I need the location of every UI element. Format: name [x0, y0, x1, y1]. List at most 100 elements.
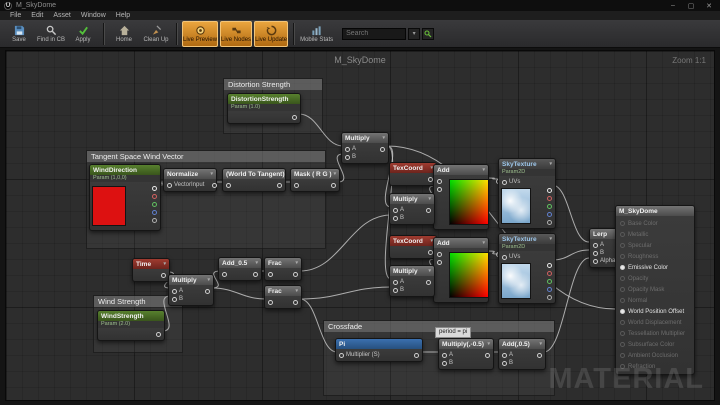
- node-multiply-4[interactable]: Multiply▾AB: [168, 274, 214, 306]
- pin[interactable]: [268, 272, 273, 277]
- node-texcoord-1[interactable]: TexCoord▾: [389, 162, 437, 186]
- node-result[interactable]: M_SkyDomeBase ColorMetallicSpecularRough…: [615, 205, 695, 375]
- node-add-05[interactable]: Add_0.5▾: [218, 257, 262, 281]
- node-header[interactable]: Multiply▾: [169, 275, 213, 285]
- collapse-arrow-icon[interactable]: ▾: [295, 260, 298, 266]
- pin[interactable]: [331, 183, 336, 188]
- pin[interactable]: [593, 243, 598, 248]
- node-header[interactable]: SkyTexture▾: [499, 159, 555, 169]
- pin[interactable]: [380, 147, 385, 152]
- pin[interactable]: [345, 155, 350, 160]
- menu-edit[interactable]: Edit: [27, 12, 47, 19]
- collapse-arrow-icon[interactable]: ▾: [482, 167, 485, 173]
- pin[interactable]: [268, 300, 273, 305]
- live-update-toggle[interactable]: Live Update: [254, 21, 288, 47]
- pin[interactable]: [485, 353, 490, 358]
- pin[interactable]: [152, 210, 157, 215]
- close-button[interactable]: ✕: [702, 2, 716, 10]
- node-header[interactable]: TexCoord▾: [390, 163, 436, 173]
- collapse-arrow-icon[interactable]: ▾: [295, 288, 298, 294]
- pin[interactable]: [620, 265, 625, 270]
- collapse-arrow-icon[interactable]: ▾: [382, 135, 385, 141]
- node-distortion-strength[interactable]: DistortionStrengthParam (1.0): [227, 93, 301, 124]
- pin[interactable]: [152, 202, 157, 207]
- material-input-specular[interactable]: Specular: [616, 240, 694, 251]
- material-input-opacity-mask[interactable]: Opacity Mask: [616, 284, 694, 295]
- pin[interactable]: [547, 295, 552, 300]
- collapse-arrow-icon[interactable]: ▾: [428, 268, 431, 274]
- material-input-tessellation-multiplier[interactable]: Tessellation Multiplier: [616, 328, 694, 339]
- pin[interactable]: [547, 279, 552, 284]
- pin[interactable]: [620, 243, 625, 248]
- node-pi[interactable]: PiMultiplier (S): [335, 338, 423, 362]
- pin[interactable]: [437, 187, 442, 192]
- pin[interactable]: [205, 289, 210, 294]
- pin[interactable]: [593, 259, 598, 264]
- clean-up-button[interactable]: Clean Up: [141, 21, 171, 47]
- pin[interactable]: [620, 276, 625, 281]
- save-button[interactable]: Save: [4, 21, 34, 47]
- node-sky-texture-1[interactable]: SkyTexture▾Param2DUVs: [498, 158, 556, 229]
- find-in-cb-button[interactable]: Find in CB: [36, 21, 66, 47]
- pin[interactable]: [437, 252, 442, 257]
- pin[interactable]: [620, 342, 625, 347]
- pin[interactable]: [293, 300, 298, 305]
- search-input[interactable]: [342, 28, 406, 40]
- node-frac-1[interactable]: Frac▾: [264, 257, 302, 281]
- node-header[interactable]: Normalize▾: [164, 169, 216, 179]
- pin[interactable]: [620, 309, 625, 314]
- node-normalize[interactable]: Normalize▾VectorInput: [163, 168, 217, 192]
- pin[interactable]: [620, 331, 625, 336]
- pin[interactable]: [393, 280, 398, 285]
- pin[interactable]: [172, 289, 177, 294]
- node-add-1[interactable]: Add▾: [433, 164, 489, 230]
- pin[interactable]: [620, 232, 625, 237]
- material-input-ambient-occlusion[interactable]: Ambient Occlusion: [616, 350, 694, 361]
- pin[interactable]: [620, 364, 625, 369]
- node-add-05b[interactable]: Add(,0.5)▾AB: [498, 338, 546, 370]
- pin[interactable]: [156, 332, 161, 337]
- material-input-roughness[interactable]: Roughness: [616, 251, 694, 262]
- pin[interactable]: [437, 260, 442, 265]
- search-go-button[interactable]: [422, 28, 434, 40]
- pin[interactable]: [593, 251, 598, 256]
- pin[interactable]: [152, 218, 157, 223]
- node-multiply-1[interactable]: Multiply▾AB: [341, 132, 389, 164]
- pin[interactable]: [620, 298, 625, 303]
- collapse-arrow-icon[interactable]: ▾: [163, 261, 166, 267]
- node-multiply-3[interactable]: Multiply▾AB: [389, 265, 435, 297]
- pin[interactable]: [426, 280, 431, 285]
- node-mask-rg[interactable]: Mask ( R G )▾: [290, 168, 340, 192]
- pin[interactable]: [172, 297, 177, 302]
- pin[interactable]: [253, 272, 258, 277]
- material-input-emissive-color[interactable]: Emissive Color: [616, 262, 694, 273]
- node-header[interactable]: DistortionStrength: [228, 94, 300, 104]
- node-header[interactable]: SkyTexture▾: [499, 234, 555, 244]
- menu-window[interactable]: Window: [77, 12, 110, 19]
- pin[interactable]: [442, 361, 447, 366]
- pin[interactable]: [502, 361, 507, 366]
- pin[interactable]: [547, 263, 552, 268]
- apply-button[interactable]: Apply: [68, 21, 98, 47]
- pin[interactable]: [152, 194, 157, 199]
- node-texcoord-2[interactable]: TexCoord▾: [389, 235, 437, 259]
- collapse-arrow-icon[interactable]: ▾: [549, 236, 552, 242]
- pin[interactable]: [293, 272, 298, 277]
- pin[interactable]: [620, 254, 625, 259]
- menu-help[interactable]: Help: [112, 12, 134, 19]
- pin[interactable]: [502, 180, 507, 185]
- pin[interactable]: [502, 255, 507, 260]
- pin[interactable]: [547, 204, 552, 209]
- material-input-world-displacement[interactable]: World Displacement: [616, 317, 694, 328]
- pin[interactable]: [620, 287, 625, 292]
- collapse-arrow-icon[interactable]: ▾: [487, 341, 490, 347]
- search-dropdown-button[interactable]: ▾: [408, 28, 420, 40]
- node-header[interactable]: Add▾: [434, 165, 488, 175]
- node-header[interactable]: Mask ( R G )▾: [291, 169, 339, 179]
- live-nodes-toggle[interactable]: Live Nodes: [220, 21, 252, 47]
- node-header[interactable]: Multiply(,-0.5)▾: [439, 339, 493, 349]
- pin[interactable]: [294, 183, 299, 188]
- node-header[interactable]: Frac▾: [265, 286, 301, 296]
- pin[interactable]: [502, 353, 507, 358]
- node-header[interactable]: Add▾: [434, 238, 488, 248]
